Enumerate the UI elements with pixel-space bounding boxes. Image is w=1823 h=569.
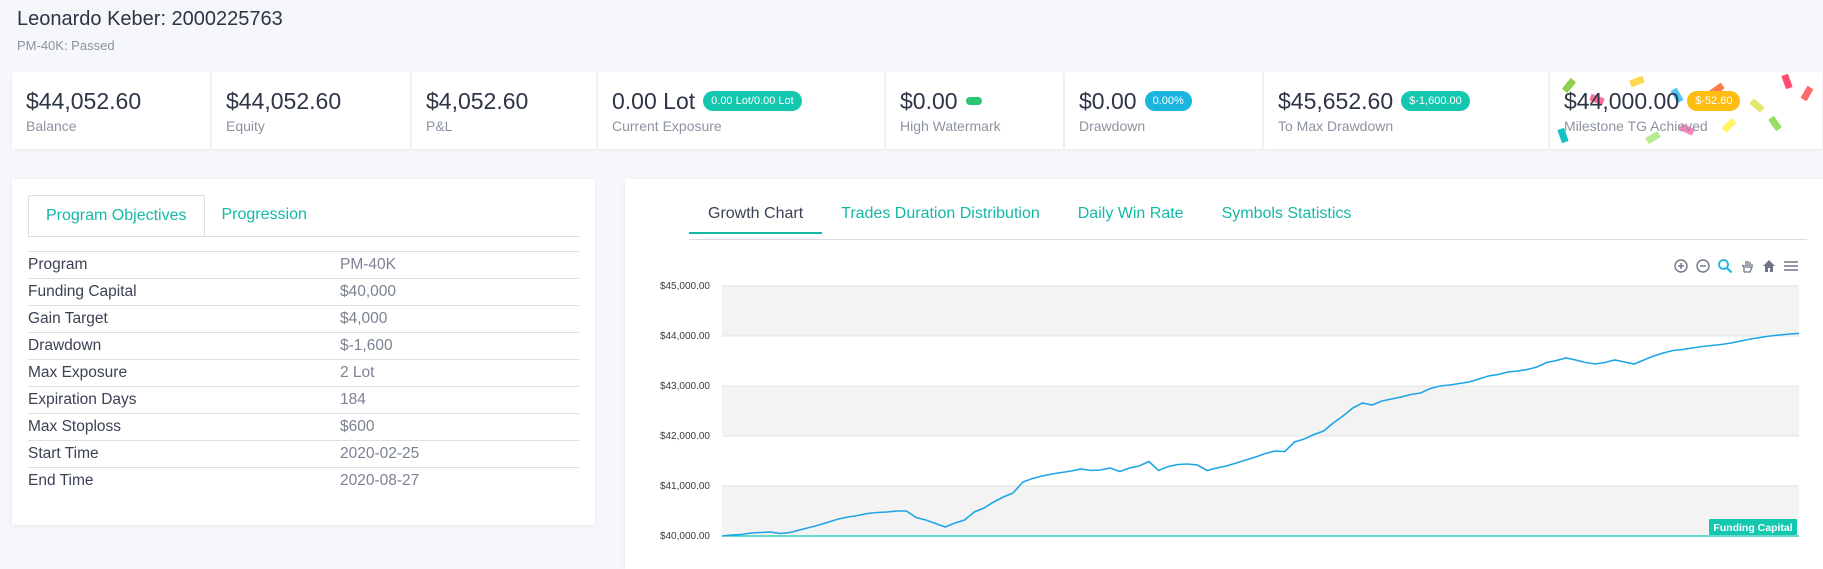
table-row: Expiration Days 184 [28, 386, 579, 413]
grid-band [722, 286, 1799, 336]
stat-label: Equity [226, 118, 265, 134]
row-value: 2020-08-27 [340, 472, 420, 489]
table-row: Program PM-40K [28, 251, 579, 278]
y-tick-label: $44,000.00 [660, 331, 710, 342]
chart-tabs-divider [689, 239, 1807, 240]
stat-value: $0.00 [900, 87, 958, 114]
stat-milestone: $44,000.00 $-52.60 Milestone TG Achieved [1550, 72, 1822, 149]
stat-label: P&L [426, 118, 453, 134]
chart-card: Growth Chart Trades Duration Distributio… [625, 179, 1823, 569]
stat-high-watermark: $0.00 High Watermark [886, 72, 1063, 149]
watermark-badge [965, 97, 982, 105]
table-row: Funding Capital $40,000 [28, 278, 579, 305]
stat-value: $0.00 [1079, 87, 1137, 114]
stats-bar: $44,052.60 Balance $44,052.60 Equity $4,… [12, 72, 1822, 149]
row-value: 2020-02-25 [340, 445, 420, 462]
grid-band [722, 486, 1799, 536]
stat-to-max-drawdown: $45,652.60 $-1,600.00 To Max Drawdown [1264, 72, 1548, 149]
row-key: Start Time [28, 445, 99, 462]
tab-progression[interactable]: Progression [205, 195, 324, 237]
table-row: End Time 2020-08-27 [28, 467, 579, 494]
tab-trades-duration[interactable]: Trades Duration Distribution [822, 191, 1059, 234]
tabs-divider [28, 236, 579, 237]
stat-value: $44,052.60 [26, 87, 142, 114]
row-value: 2 Lot [340, 364, 375, 381]
row-key: Program [28, 256, 88, 273]
table-row: Max Stoploss $600 [28, 413, 579, 440]
stat-label: Drawdown [1079, 118, 1146, 134]
tab-symbols-statistics[interactable]: Symbols Statistics [1203, 191, 1371, 234]
table-row: Max Exposure 2 Lot [28, 359, 579, 386]
stat-label: To Max Drawdown [1278, 118, 1394, 134]
row-key: Max Stoploss [28, 418, 122, 435]
row-value: PM-40K [340, 256, 396, 273]
chart-tabs: Growth Chart Trades Duration Distributio… [689, 191, 1370, 234]
program-objectives-card: Program Objectives Progression Program PM… [12, 179, 595, 525]
stat-label: Milestone TG Achieved [1564, 118, 1708, 134]
row-value: $-1,600 [340, 337, 393, 354]
y-tick-label: $45,000.00 [660, 281, 710, 292]
row-value: 184 [340, 391, 366, 408]
stat-equity: $44,052.60 Equity [212, 72, 410, 149]
table-row: Gain Target $4,000 [28, 305, 579, 332]
y-tick-label: $42,000.00 [660, 431, 710, 442]
row-value: $600 [340, 418, 375, 435]
row-key: Max Exposure [28, 364, 128, 381]
table-row: Start Time 2020-02-25 [28, 440, 579, 467]
milestone-badge: $-52.60 [1687, 91, 1741, 111]
grid-band [722, 386, 1799, 436]
account-name: Leonardo Keber: 2000225763 [17, 8, 283, 30]
growth-chart: $45,000.00 $44,000.00 $43,000.00 $42,000.00… [660, 281, 1800, 542]
stat-current-exposure: 0.00 Lot 0.00 Lot/0.00 Lot Current Expos… [598, 72, 884, 149]
stat-drawdown: $0.00 0.00% Drawdown [1065, 72, 1262, 149]
tab-program-objectives[interactable]: Program Objectives [28, 195, 205, 237]
row-value: $40,000 [340, 283, 397, 300]
y-tick-label: $43,000.00 [660, 381, 710, 392]
funding-capital-label: Funding Capital [1713, 522, 1792, 534]
exposure-badge: 0.00 Lot/0.00 Lot [703, 91, 802, 111]
drawdown-badge: 0.00% [1144, 91, 1192, 111]
stat-label: Current Exposure [612, 118, 722, 134]
stat-value: $45,652.60 [1278, 87, 1394, 114]
row-key: Drawdown [28, 337, 102, 354]
program-status: PM-40K: Passed [17, 38, 115, 53]
tab-daily-win-rate[interactable]: Daily Win Rate [1059, 191, 1203, 234]
row-value: $4,000 [340, 310, 388, 327]
stat-label: Balance [26, 118, 77, 134]
row-key: Gain Target [28, 310, 108, 327]
stat-balance: $44,052.60 Balance [12, 72, 210, 149]
row-key: Expiration Days [28, 391, 137, 408]
row-key: End Time [28, 472, 94, 489]
stat-pnl: $4,052.60 P&L [412, 72, 596, 149]
stat-label: High Watermark [900, 118, 1001, 134]
stat-value: $44,000.00 [1564, 87, 1680, 114]
y-tick-label: $40,000.00 [660, 531, 710, 542]
max-drawdown-badge: $-1,600.00 [1401, 91, 1470, 111]
row-key: Funding Capital [28, 283, 137, 300]
objectives-tabs: Program Objectives Progression [28, 195, 324, 237]
account-header: Leonardo Keber: 2000225763 PM-40K: Passe… [17, 8, 283, 53]
tab-growth-chart[interactable]: Growth Chart [689, 191, 823, 234]
stat-value: $4,052.60 [426, 87, 529, 114]
stat-value: 0.00 Lot [612, 87, 696, 114]
objectives-table: Program PM-40K Funding Capital $40,000 Gai… [28, 251, 579, 494]
table-row: Drawdown $-1,600 [28, 332, 579, 359]
y-tick-label: $41,000.00 [660, 481, 710, 492]
stat-value: $44,052.60 [226, 87, 342, 114]
